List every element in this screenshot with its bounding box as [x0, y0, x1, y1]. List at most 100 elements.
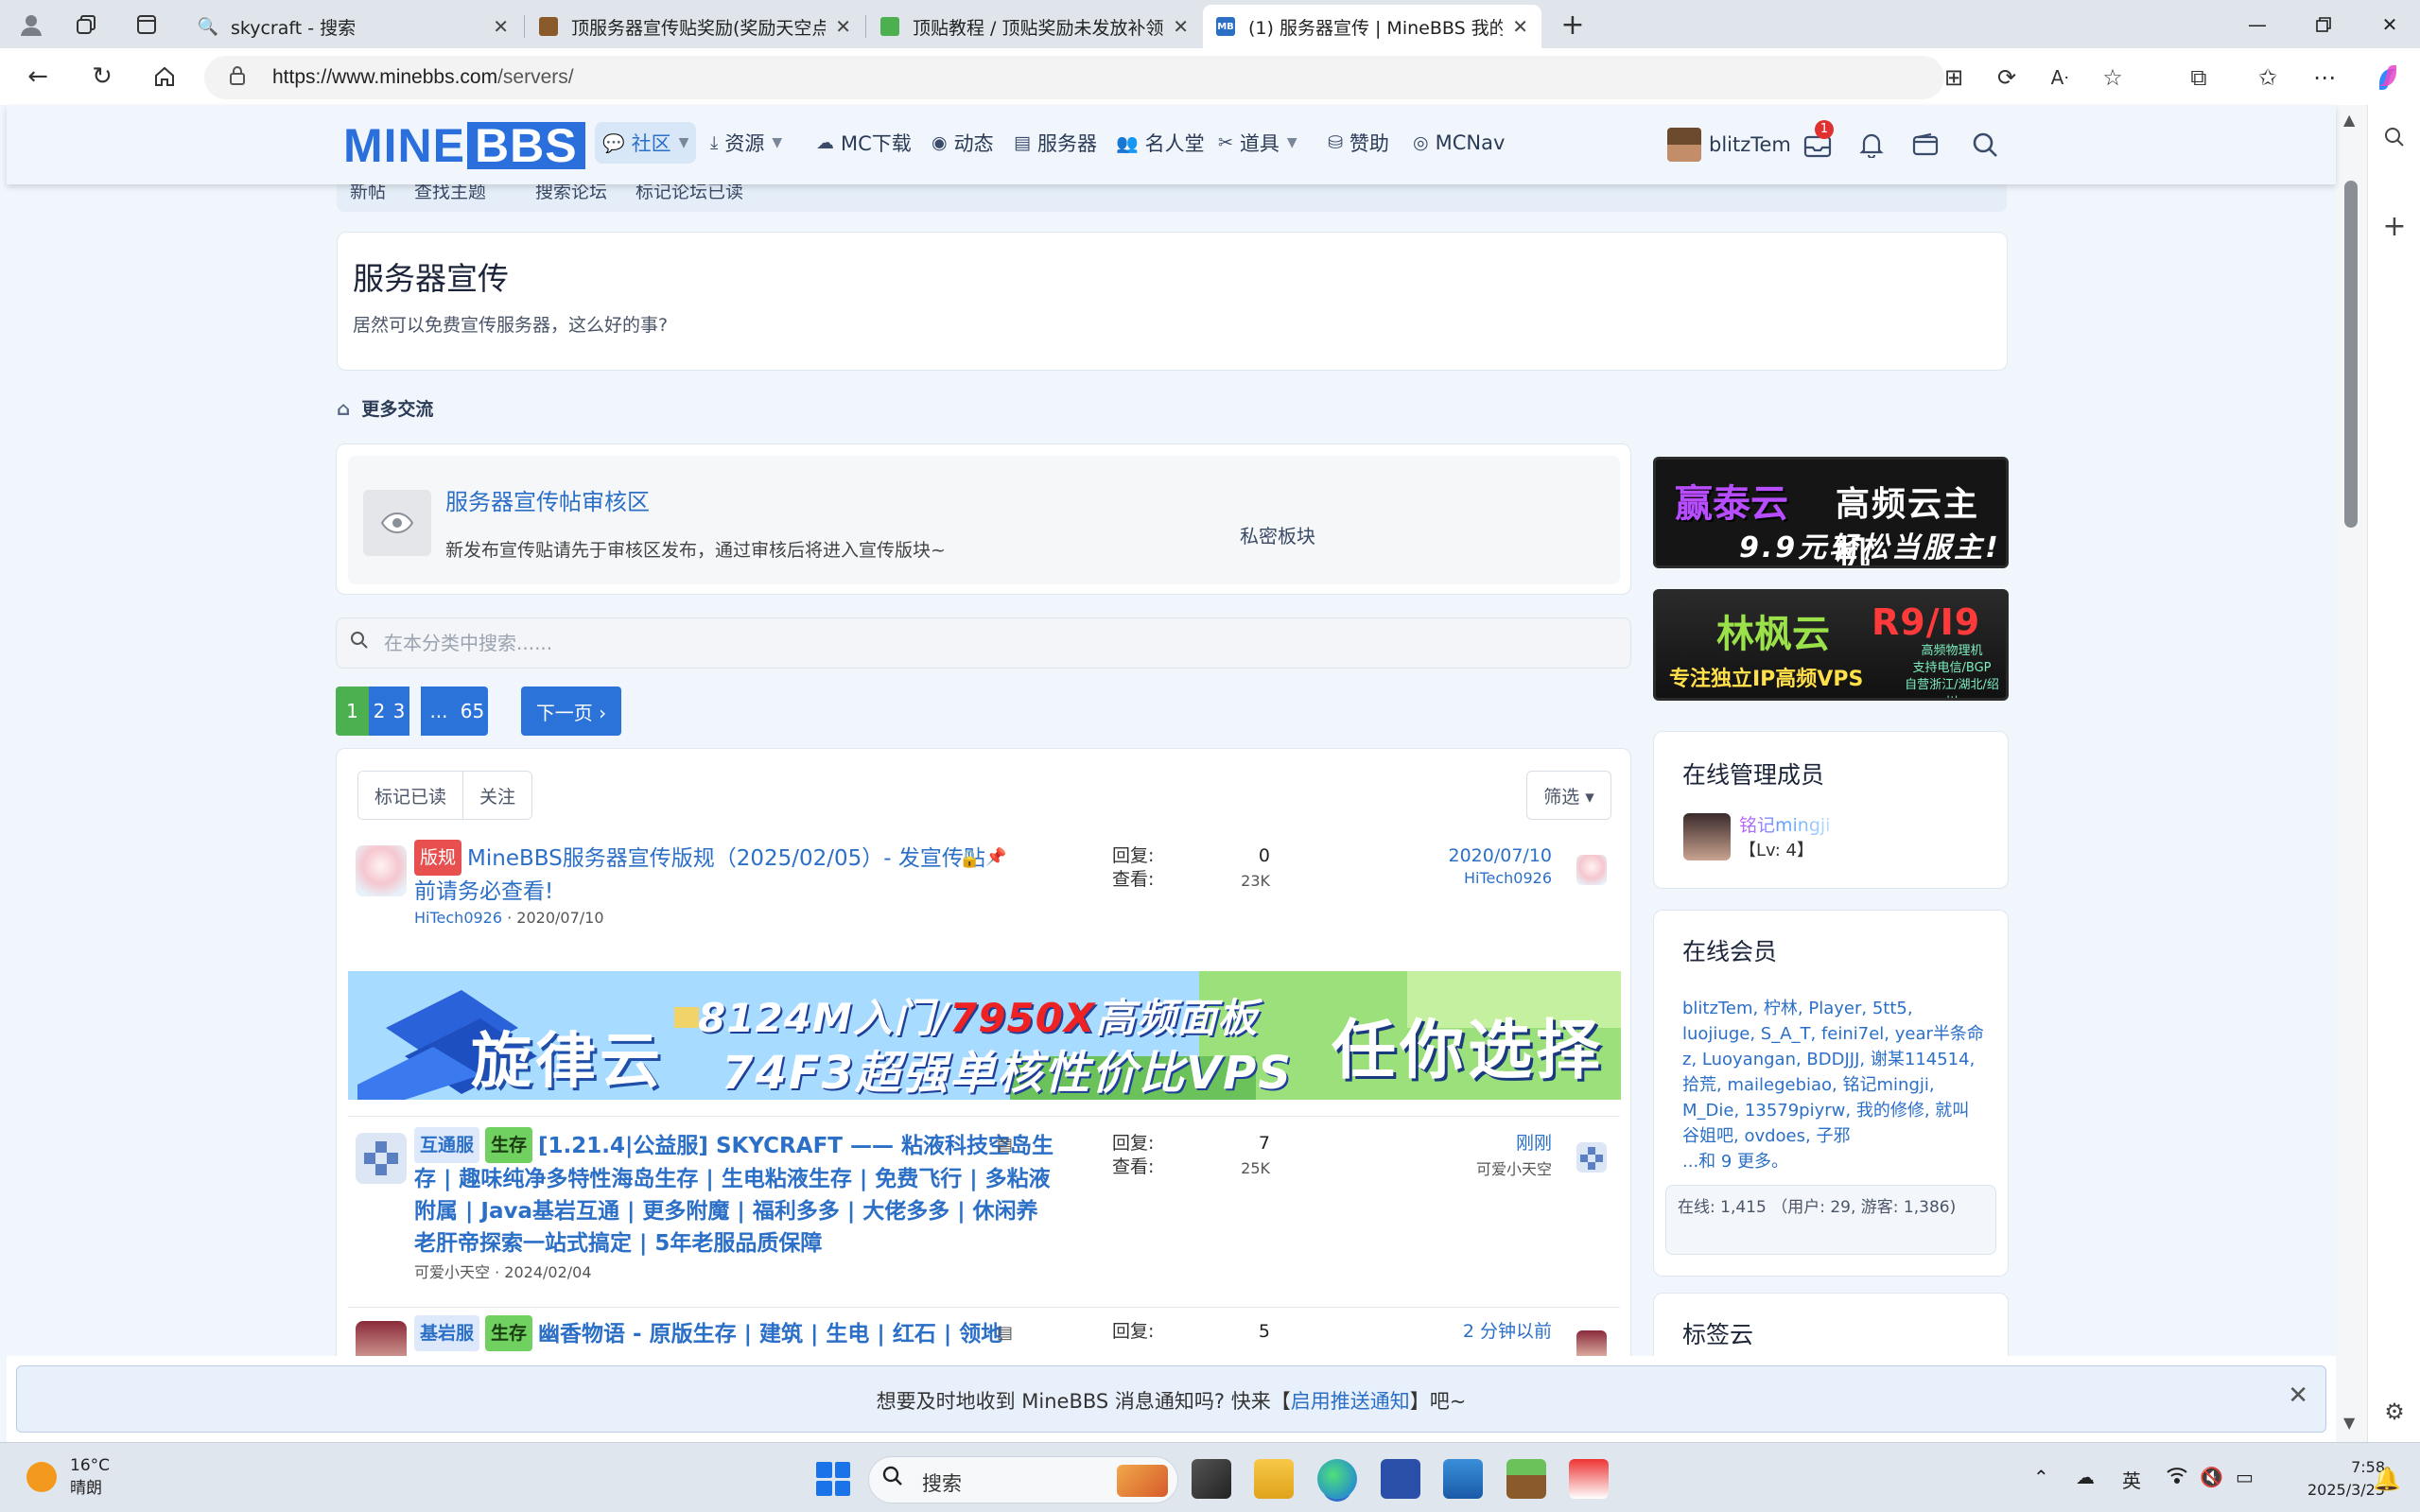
- page-65[interactable]: 65: [457, 686, 488, 736]
- wifi-icon[interactable]: [2166, 1466, 2188, 1489]
- read-aloud-icon[interactable]: Aᐧ: [2043, 61, 2077, 95]
- chevron-up-icon[interactable]: ⌃: [2033, 1466, 2049, 1488]
- filter-button[interactable]: 筛选 ▾: [1526, 771, 1611, 820]
- restore-icon[interactable]: [2290, 0, 2357, 48]
- task-view-icon[interactable]: [1192, 1459, 1231, 1499]
- workspaces-icon[interactable]: [70, 9, 102, 40]
- avatar[interactable]: [1683, 813, 1731, 860]
- nav-hall-of-fame[interactable]: 👥 名人堂: [1116, 122, 1205, 164]
- vertical-tabs-icon[interactable]: [131, 9, 163, 40]
- page-scrollbar[interactable]: ▲ ▼: [2336, 105, 2367, 1442]
- lock-icon[interactable]: [229, 65, 246, 86]
- minecraft-icon[interactable]: [1506, 1459, 1546, 1499]
- nav-resources[interactable]: ⤓ 资源 ▼: [710, 122, 782, 164]
- notification-bell-icon[interactable]: 🔔: [2373, 1466, 2401, 1492]
- page-3[interactable]: 3: [389, 686, 409, 736]
- last-post-date[interactable]: 2020/07/10: [1448, 843, 1552, 868]
- share-icon[interactable]: ⟳: [1990, 61, 2024, 95]
- wallet-icon[interactable]: [1906, 126, 1944, 164]
- nav-mc-download[interactable]: ☁ MC下载: [816, 122, 912, 164]
- user-menu[interactable]: blitzTem: [1667, 124, 1791, 165]
- close-icon[interactable]: ✕: [493, 15, 509, 38]
- minebbs-logo[interactable]: MINE BBS: [343, 119, 585, 172]
- browser-tab-minebbs[interactable]: MB (1) 服务器宣传 | MineBBS 我的世界 ✕: [1203, 5, 1541, 48]
- prefix-survival[interactable]: 生存: [485, 1127, 533, 1163]
- search-icon[interactable]: [1966, 126, 2004, 164]
- online-more-link[interactable]: ...和 9 更多。: [1682, 1152, 1788, 1172]
- nav-activity[interactable]: ◉ 动态: [931, 122, 994, 164]
- prefix-rules[interactable]: 版规: [414, 840, 462, 876]
- thread-title[interactable]: 互通服 生存 [1.21.4|公益服] SKYCRAFT —— 粘液科技空岛生存 |…: [414, 1127, 1057, 1260]
- prefix-crossplay[interactable]: 互通服: [414, 1127, 480, 1163]
- scroll-up-icon[interactable]: ▲: [2343, 111, 2355, 129]
- bell-icon[interactable]: [1853, 126, 1890, 164]
- thread-title[interactable]: 版规 MineBBS服务器宣传版规（2025/02/05）- 发宣传贴前请务必查看…: [414, 840, 1001, 908]
- input-method[interactable]: 英: [2122, 1466, 2141, 1493]
- breadcrumb[interactable]: ⌂ 更多交流: [337, 395, 433, 421]
- page-2[interactable]: 2: [369, 686, 390, 736]
- last-post-author[interactable]: 可爱小天空: [1476, 1156, 1552, 1179]
- edge-browser-icon[interactable]: [1317, 1459, 1357, 1499]
- snipping-tool-icon[interactable]: [1569, 1459, 1609, 1499]
- volume-muted-icon[interactable]: 🔇: [2200, 1466, 2223, 1488]
- minimize-icon[interactable]: —: [2224, 0, 2290, 48]
- enable-push-link[interactable]: 启用推送通知: [1291, 1390, 1410, 1413]
- photos-icon[interactable]: [1443, 1459, 1483, 1499]
- page-ellipsis[interactable]: ...: [421, 686, 457, 736]
- avatar[interactable]: [356, 1133, 407, 1184]
- online-member-names[interactable]: blitzTem, 柠林, Player, 5tt5, luojiuge, S_…: [1682, 999, 1984, 1146]
- home-icon[interactable]: [148, 60, 182, 94]
- category-search[interactable]: [336, 617, 1631, 669]
- prefix-bedrock[interactable]: 基岩服: [414, 1315, 480, 1351]
- nav-sponsor[interactable]: ⛁ 赞助: [1328, 122, 1389, 164]
- next-page-button[interactable]: 下一页 ›: [521, 686, 621, 736]
- extensions-icon[interactable]: ⧉: [2182, 61, 2216, 95]
- table-row[interactable]: 互通服 生存 [1.21.4|公益服] SKYCRAFT —— 粘液科技空岛生存 |…: [348, 1127, 1620, 1296]
- onedrive-cloud-icon[interactable]: ☁: [2076, 1466, 2095, 1488]
- close-icon[interactable]: ✕: [1512, 15, 1528, 38]
- avatar[interactable]: [356, 845, 407, 896]
- category-search-input[interactable]: [384, 626, 1604, 660]
- close-window-icon[interactable]: ✕: [2357, 0, 2420, 48]
- store-icon[interactable]: [1381, 1459, 1420, 1499]
- prefix-survival[interactable]: 生存: [485, 1315, 533, 1351]
- sidebar-ad-linfeng[interactable]: 林枫云 R9/I9 专注独立IP高频VPS 高频物理机 支持电信/BGP 自营浙…: [1653, 589, 2009, 701]
- page-1[interactable]: 1: [336, 686, 369, 736]
- favorites-icon[interactable]: ✩: [2251, 61, 2285, 95]
- close-icon[interactable]: ✕: [1173, 15, 1189, 38]
- taskbar-search[interactable]: 搜索: [868, 1456, 1178, 1503]
- nav-mcnav[interactable]: ◎ MCNav: [1413, 122, 1505, 164]
- sidebar-settings-icon[interactable]: ⚙: [2377, 1395, 2411, 1429]
- subforum-title[interactable]: 服务器宣传帖审核区: [445, 483, 650, 516]
- thread-author[interactable]: HiTech0926: [414, 909, 502, 927]
- new-tab-icon[interactable]: +: [1557, 9, 1589, 42]
- watch-button[interactable]: 关注: [462, 772, 532, 819]
- browser-tab-search[interactable]: 🔍 skycraft - 搜索 ✕: [185, 5, 522, 48]
- table-row[interactable]: 版规 MineBBS服务器宣传版规（2025/02/05）- 发宣传贴前请务必查看…: [348, 840, 1620, 957]
- scroll-thumb[interactable]: [2344, 181, 2358, 528]
- back-icon[interactable]: ←: [21, 60, 55, 94]
- mark-read-button[interactable]: 标记已读: [358, 772, 463, 819]
- thread-author[interactable]: 可爱小天空: [414, 1263, 490, 1281]
- sidebar-search-icon[interactable]: [2377, 120, 2411, 154]
- favorite-star-icon[interactable]: ☆: [2096, 61, 2130, 95]
- subforum-node[interactable]: 服务器宣传帖审核区 新发布宣传贴请先于审核区发布，通过审核后将进入宣传版块~ 私…: [348, 456, 1620, 584]
- profile-icon[interactable]: [15, 9, 47, 40]
- close-icon[interactable]: ✕: [835, 15, 851, 38]
- browser-tab-topic-1[interactable]: 顶服务器宣传贴奖励(奖励天空点卡) ✕: [526, 5, 864, 48]
- last-post-date[interactable]: 2 分钟以前: [1463, 1319, 1552, 1344]
- close-icon[interactable]: ✕: [2288, 1382, 2308, 1410]
- last-post-author[interactable]: HiTech0926: [1464, 869, 1552, 887]
- nav-items[interactable]: ✂ 道具 ▼: [1218, 122, 1297, 164]
- online-member-list[interactable]: blitzTem, 柠林, Player, 5tt5, luojiuge, S_…: [1682, 996, 1985, 1174]
- sidebar-ad-yingtai[interactable]: 赢泰云 高频云主机 9.9元轻松当服主!: [1653, 457, 2009, 568]
- battery-icon[interactable]: ▭: [2236, 1466, 2254, 1488]
- scroll-down-icon[interactable]: ▼: [2343, 1414, 2355, 1432]
- nav-servers[interactable]: ▤ 服务器: [1014, 122, 1097, 164]
- last-post-date[interactable]: 刚刚: [1516, 1131, 1552, 1156]
- copilot-icon[interactable]: [2371, 61, 2405, 95]
- staff-member-name[interactable]: 铭记mingji: [1739, 811, 1830, 837]
- url-field[interactable]: https://www.minebbs.com/servers/ ⊞ ⟳ Aᐧ …: [204, 56, 2123, 99]
- refresh-icon[interactable]: ↻: [85, 60, 119, 94]
- more-menu-icon[interactable]: ⋯: [2307, 61, 2342, 95]
